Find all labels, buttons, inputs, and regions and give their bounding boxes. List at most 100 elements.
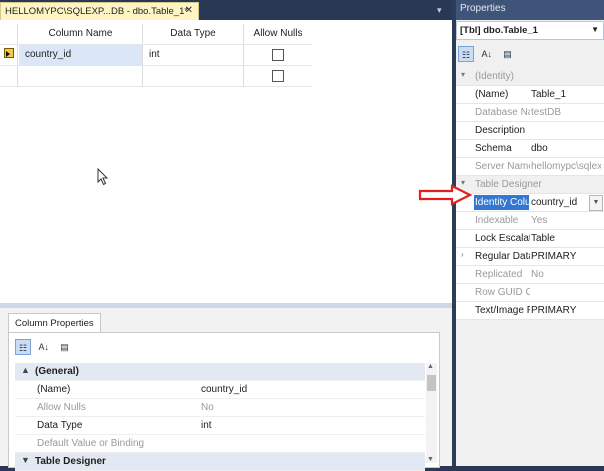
property-value[interactable]: Table_1 [531, 89, 601, 100]
column-name-cell[interactable] [19, 66, 143, 86]
mouse-pointer-icon [97, 168, 109, 186]
allow-nulls-checkbox[interactable] [272, 49, 284, 61]
property-value[interactable]: Yes [531, 215, 601, 226]
column-properties-grid: ▲ (General) (Name) country_id Allow Null… [15, 363, 425, 471]
alphabetical-icon[interactable]: A↓ [479, 46, 495, 62]
alphabetical-icon[interactable]: A↓ [36, 339, 52, 355]
properties-window: Properties [Tbl] dbo.Table_1 ▼ ☷ A↓ ▤ ▾ … [456, 0, 604, 466]
property-label: Schema [475, 143, 512, 154]
category-label: (Identity) [475, 71, 514, 82]
property-row-data-type[interactable]: Data Type int [15, 417, 425, 435]
property-value[interactable]: hellomypc\sqlexp [531, 161, 601, 172]
allow-nulls-header: Allow Nulls [253, 28, 303, 39]
allow-nulls-cell[interactable] [244, 66, 312, 86]
category-identity[interactable]: ▾ (Identity) [456, 68, 604, 86]
property-value[interactable]: Table [531, 233, 601, 244]
allow-nulls-cell[interactable] [244, 45, 312, 65]
table-row[interactable]: country_id int [0, 45, 312, 66]
category-general[interactable]: ▲ (General) [15, 363, 425, 381]
property-row-name[interactable]: (Name) Table_1 [456, 86, 604, 104]
scrollbar-thumb[interactable] [427, 375, 436, 391]
vertical-scrollbar[interactable]: ▲ ▼ [426, 363, 437, 463]
scroll-down-icon[interactable]: ▼ [427, 456, 434, 463]
property-value[interactable]: dbo [531, 143, 601, 154]
expand-icon[interactable]: › [461, 250, 464, 259]
category-label: Table Designer [35, 456, 106, 467]
property-row-description[interactable]: Description [456, 122, 604, 140]
property-label: Row GUID C [475, 287, 530, 298]
column-name-cell[interactable]: country_id [19, 45, 143, 65]
property-value[interactable]: No [531, 269, 601, 280]
property-label: Database Na [475, 107, 530, 118]
property-value[interactable]: PRIMARY [531, 251, 601, 262]
property-pages-icon[interactable]: ▤ [500, 46, 516, 62]
category-label: (General) [35, 366, 79, 377]
property-label: (Name) [475, 89, 509, 100]
grid-header-row: Column Name Data Type Allow Nulls [0, 24, 312, 45]
document-tab-table1[interactable]: HELLOMYPC\SQLEXP...DB - dbo.Table_1* ✕ [0, 2, 199, 20]
property-row-name[interactable]: (Name) country_id [15, 381, 425, 399]
data-type-cell[interactable]: int [143, 45, 244, 65]
property-row-database-name[interactable]: Database Na testDB [456, 104, 604, 122]
property-pages-icon[interactable]: ▤ [57, 339, 73, 355]
table-designer: Column Name Data Type Allow Nulls countr… [0, 20, 452, 303]
scroll-up-icon[interactable]: ▲ [427, 363, 434, 370]
property-value[interactable]: country_id [201, 384, 421, 395]
tab-column-properties[interactable]: Column Properties [8, 313, 101, 332]
category-table-designer[interactable]: ▾ Table Designer [456, 176, 604, 194]
property-label: Default Value or Binding [37, 438, 145, 449]
property-row-schema[interactable]: Schema dbo [456, 140, 604, 158]
document-tab-strip: HELLOMYPC\SQLEXP...DB - dbo.Table_1* ✕ ▾ [0, 0, 452, 20]
close-icon[interactable]: ✕ [185, 5, 193, 16]
row-selector[interactable] [0, 45, 18, 65]
column-properties-toolbar: ☷ A↓ ▤ [15, 339, 75, 357]
property-label: Replicated [475, 269, 523, 280]
row-header-corner [0, 24, 18, 44]
categorized-icon[interactable]: ☷ [15, 339, 31, 355]
property-label: Indexable [475, 215, 519, 226]
property-row-default-value[interactable]: Default Value or Binding [15, 435, 425, 453]
properties-toolbar: ☷ A↓ ▤ [458, 46, 518, 64]
property-row-server-name[interactable]: Server Name hellomypc\sqlexp [456, 158, 604, 176]
category-label: Table Designer [475, 179, 542, 190]
property-value[interactable]: PRIMARY [531, 305, 601, 316]
property-label: Data Type [37, 420, 83, 431]
object-selector-dropdown[interactable]: [Tbl] dbo.Table_1 ▼ [456, 21, 604, 40]
property-row-lock-escalation[interactable]: Lock Escalat Table [456, 230, 604, 248]
collapse-icon[interactable]: ▲ [21, 365, 30, 375]
property-row-allow-nulls[interactable]: Allow Nulls No [15, 399, 425, 417]
tab-list-dropdown-icon[interactable]: ▾ [437, 5, 447, 17]
property-label: Regular Data [475, 251, 530, 262]
chevron-down-icon[interactable]: ▼ [591, 25, 599, 34]
property-row-regular-data-space[interactable]: › Regular Data PRIMARY [456, 248, 604, 266]
category-table-designer[interactable]: ▼ Table Designer [15, 453, 425, 471]
allow-nulls-checkbox[interactable] [272, 70, 284, 82]
property-label: Server Name [475, 161, 530, 172]
data-type-cell[interactable] [143, 66, 244, 86]
expand-icon[interactable]: ▼ [21, 455, 30, 465]
property-row-text-image-filegroup[interactable]: Text/Image F PRIMARY [456, 302, 604, 320]
collapse-icon[interactable]: ▾ [461, 70, 465, 79]
row-selector[interactable] [0, 66, 18, 86]
primary-key-current-row-icon [4, 48, 14, 58]
table-row[interactable] [0, 66, 312, 87]
data-type-header: Data Type [143, 24, 244, 44]
columns-grid: Column Name Data Type Allow Nulls countr… [0, 24, 312, 87]
property-label: Text/Image F [475, 305, 530, 316]
property-row-replicated[interactable]: Replicated No [456, 266, 604, 284]
property-value[interactable]: testDB [531, 107, 601, 118]
categorized-icon[interactable]: ☷ [458, 46, 474, 62]
column-name-header: Column Name [19, 24, 143, 44]
property-value[interactable]: No [201, 402, 421, 413]
properties-title: Properties [456, 0, 604, 20]
chevron-down-icon[interactable]: ▼ [589, 195, 603, 211]
object-selector-value: [Tbl] dbo.Table_1 [460, 25, 538, 36]
property-label: Description [475, 125, 526, 136]
column-properties-pane: Column Properties ☷ A↓ ▤ ▲ (General) (Na… [0, 308, 452, 471]
property-row-row-guid-column[interactable]: Row GUID C [456, 284, 604, 302]
property-value[interactable]: int [201, 420, 421, 431]
property-row-indexable[interactable]: Indexable Yes [456, 212, 604, 230]
property-label: Lock Escalat [475, 233, 530, 244]
property-row-identity-column[interactable]: Identity Colu country_id ▼ [456, 194, 604, 212]
property-label: Identity Colu [474, 195, 529, 210]
